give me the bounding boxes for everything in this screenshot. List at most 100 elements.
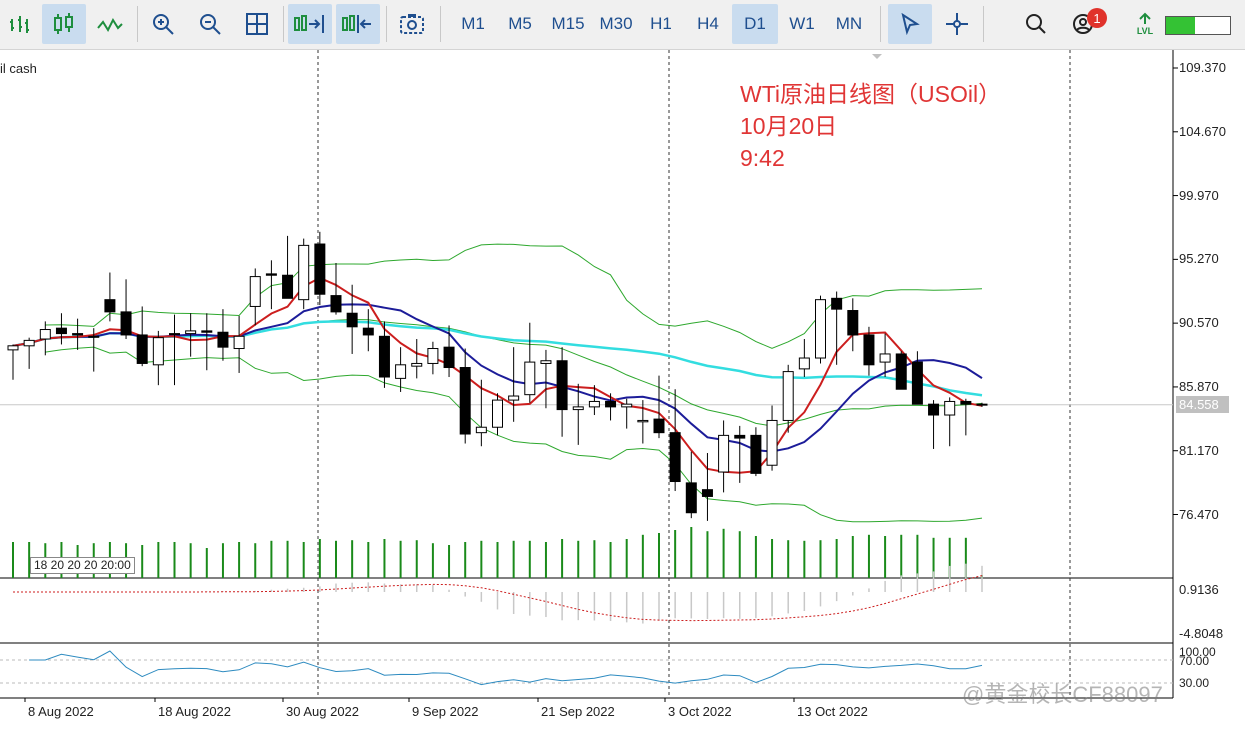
candle-body	[265, 273, 277, 276]
zoom-in-icon[interactable]	[143, 4, 183, 44]
candle-body	[718, 434, 730, 473]
candle-body	[766, 419, 778, 466]
candle-body	[895, 353, 907, 390]
timeframe-m1[interactable]: M1	[452, 4, 494, 44]
candle-body	[249, 276, 261, 307]
candle-body	[459, 367, 471, 435]
volume-time-label: 18 20 20 20 20:00	[30, 557, 135, 574]
candle-body	[944, 400, 956, 416]
candle-body	[282, 274, 294, 299]
candle-body	[217, 331, 229, 348]
candle-body	[782, 371, 794, 421]
candle-body	[685, 482, 697, 514]
timeframe-d1[interactable]: D1	[732, 4, 778, 44]
price-axis-label: 81.170	[1179, 442, 1219, 458]
bar-chart-icon[interactable]	[2, 4, 36, 44]
candle-body	[443, 346, 455, 369]
candle-body	[330, 295, 342, 313]
candle-body	[572, 406, 584, 411]
auto-scroll-icon[interactable]	[288, 4, 332, 44]
timeframe-mn[interactable]: MN	[828, 4, 870, 44]
toolbar: M1 M5 M15 M30 H1 H4 D1 W1 MN 1 LVL	[0, 0, 1245, 50]
date-axis-label: 13 Oct 2022	[797, 704, 868, 719]
candle-body	[475, 426, 487, 434]
tile-windows-icon[interactable]	[237, 4, 277, 44]
rsi-label-30: 30.00	[1179, 676, 1210, 690]
search-icon[interactable]	[1016, 4, 1056, 44]
annotation-date: 10月20日	[740, 113, 838, 139]
price-axis-label: 99.970	[1179, 187, 1219, 203]
screenshot-icon[interactable]	[392, 4, 432, 44]
watermark: @黄金校长CF88097	[962, 682, 1163, 707]
candle-body	[314, 243, 326, 295]
chart-annotation: WTi原油日线图（USOil） 10月20日 9:42	[740, 78, 1001, 174]
price-axis-label: 104.670	[1179, 123, 1226, 139]
date-axis-label: 18 Aug 2022	[158, 704, 232, 719]
symbol-label: il cash	[0, 61, 37, 76]
candle-body	[120, 311, 132, 336]
price-axis-label: 90.570	[1179, 315, 1219, 331]
candle-body	[928, 403, 940, 416]
candle-body	[298, 244, 310, 301]
price-axis-label: 76.470	[1179, 506, 1219, 522]
notification-badge: 1	[1087, 8, 1107, 28]
candle-body	[847, 310, 859, 336]
candle-body	[411, 362, 423, 367]
candle-body	[169, 333, 180, 336]
macd-label-low: -4.8048	[1179, 626, 1224, 641]
price-axis-label: 85.870	[1179, 378, 1219, 394]
timeframe-h1[interactable]: H1	[640, 4, 682, 44]
cursor-icon[interactable]	[888, 4, 932, 44]
rsi-label-70: 70.00	[1179, 654, 1210, 668]
signal-level-icon[interactable]: LVL	[1128, 4, 1162, 44]
timeframe-m30[interactable]: M30	[593, 4, 639, 44]
candle-body	[879, 353, 891, 363]
connection-strength-fill	[1166, 17, 1195, 34]
date-axis-label: 8 Aug 2022	[28, 704, 94, 719]
candle-body	[588, 400, 600, 408]
candle-body	[39, 329, 51, 340]
date-axis-label: 21 Sep 2022	[541, 704, 615, 719]
price-axis-label: 109.370	[1179, 60, 1226, 75]
candle-body	[378, 335, 390, 378]
price-chart[interactable]	[0, 50, 1245, 735]
candle-body	[524, 361, 536, 396]
candle-body	[653, 418, 665, 434]
candle-body	[55, 327, 67, 335]
candlestick-chart-icon[interactable]	[42, 4, 86, 44]
candle-body	[72, 333, 84, 336]
lvl-label: LVL	[1136, 26, 1154, 36]
timeframe-h4[interactable]: H4	[687, 4, 729, 44]
timeframe-m5[interactable]: M5	[499, 4, 541, 44]
shift-marker	[872, 54, 882, 59]
candle-body	[621, 403, 633, 408]
candle-body	[7, 345, 19, 351]
candle-body	[669, 432, 681, 483]
current-price-tag: 84.558	[1176, 396, 1229, 413]
candle-body	[734, 434, 746, 439]
timeframe-w1[interactable]: W1	[781, 4, 823, 44]
zoom-out-icon[interactable]	[190, 4, 230, 44]
price-axis-label: 95.270	[1179, 251, 1219, 267]
candle-body	[427, 348, 439, 364]
macd-label-high: 0.9136	[1179, 582, 1219, 597]
crosshair-icon[interactable]	[937, 4, 977, 44]
candle-body	[362, 327, 374, 336]
chart-shift-icon[interactable]	[336, 4, 380, 44]
candle-body	[395, 364, 407, 379]
candle-body	[976, 403, 988, 406]
candle-body	[136, 334, 148, 364]
candle-body	[960, 400, 972, 405]
candle-body	[863, 334, 875, 366]
date-axis-label: 9 Sep 2022	[412, 704, 479, 719]
date-axis-label: 3 Oct 2022	[668, 704, 732, 719]
candle-body	[185, 330, 197, 335]
date-axis-label: 30 Aug 2022	[286, 704, 360, 719]
candle-body	[233, 335, 245, 350]
candle-body	[152, 337, 164, 366]
candle-body	[911, 361, 923, 405]
timeframe-m15[interactable]: M15	[545, 4, 591, 44]
line-chart-icon[interactable]	[90, 4, 130, 44]
candle-body	[637, 419, 649, 423]
candle-body	[605, 400, 617, 408]
